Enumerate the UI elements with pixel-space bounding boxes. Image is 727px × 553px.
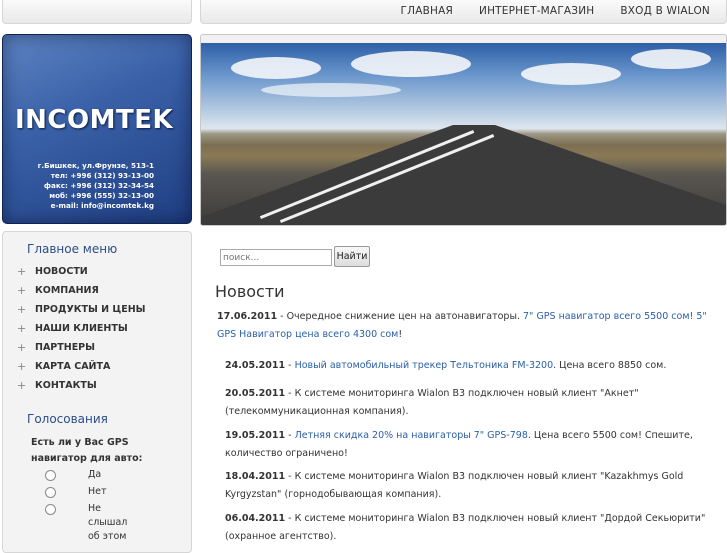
poll-question: Есть ли у Вас GPS навигатор для авто: — [31, 437, 143, 464]
news-text: - К системе мониторинга Wialon B3 подклю… — [225, 513, 706, 542]
header-banner — [200, 34, 727, 226]
news-date: 17.06.2011 — [217, 311, 278, 322]
news-text: - — [285, 430, 295, 441]
plus-icon: + — [17, 341, 27, 354]
poll-option-no[interactable]: Нет — [45, 485, 128, 499]
poll-option-label: Да — [88, 469, 102, 480]
radio-button[interactable] — [45, 470, 56, 481]
logo-contacts: г.Бишкек, ул.Фрунзе, 513-1 тел: +996 (31… — [38, 161, 154, 211]
topbar-left — [2, 0, 192, 24]
news-link[interactable]: Летняя скидка 20% на навигаторы 7" GPS-7… — [295, 430, 528, 441]
menu-item-news[interactable]: + НОВОСТИ — [17, 262, 146, 281]
menu-item-contacts[interactable]: + КОНТАКТЫ — [17, 376, 146, 395]
nav-home[interactable]: ГЛАВНАЯ — [401, 5, 453, 17]
topbar: ГЛАВНАЯ ИНТЕРНЕТ-МАГАЗИН ВХОД В WIALON — [200, 0, 727, 24]
radio-button[interactable] — [45, 487, 56, 498]
logo-phone: тел: +996 (312) 93-13-00 — [50, 171, 154, 180]
news-text: - — [285, 360, 295, 371]
nav-shop[interactable]: ИНТЕРНЕТ-МАГАЗИН — [479, 5, 594, 17]
logo-address: г.Бишкек, ул.Фрунзе, 513-1 — [37, 161, 154, 170]
news-item: 20.05.2011 - К системе мониторинга Wialo… — [225, 385, 707, 421]
news-date: 19.05.2011 — [225, 430, 286, 441]
news-date: 24.05.2011 — [225, 360, 286, 371]
menu-item-clients[interactable]: + НАШИ КЛИЕНТЫ — [17, 319, 146, 338]
news-text: - К системе мониторинга Wialon B3 подклю… — [225, 471, 684, 500]
poll-title: Голосования — [27, 412, 108, 426]
plus-icon: + — [17, 303, 27, 316]
menu-item-label: НАШИ КЛИЕНТЫ — [35, 323, 128, 334]
search-input[interactable] — [220, 249, 332, 266]
plus-icon: + — [17, 265, 27, 278]
news-date: 06.04.2011 — [225, 513, 286, 524]
news-date: 18.04.2011 — [225, 471, 286, 482]
news-item: 18.04.2011 - К системе мониторинга Wialo… — [225, 468, 707, 504]
nav-wialon-login[interactable]: ВХОД В WIALON — [620, 5, 710, 17]
news-item: 24.05.2011 - Новый автомобильный трекер … — [225, 357, 707, 375]
logo-fax: факс: +996 (312) 32-34-54 — [43, 181, 154, 190]
menu-item-label: ПРОДУКТЫ И ЦЕНЫ — [35, 304, 146, 315]
menu-item-products[interactable]: + ПРОДУКТЫ И ЦЕНЫ — [17, 300, 146, 319]
radio-button[interactable] — [45, 504, 56, 515]
news-date: 20.05.2011 — [225, 388, 286, 399]
news-item: 06.04.2011 - К системе мониторинга Wialo… — [225, 510, 707, 546]
logo-email: e-mail: info@incomtek.kg — [50, 201, 154, 210]
main-menu: + НОВОСТИ + КОМПАНИЯ + ПРОДУКТЫ И ЦЕНЫ + НАШ… — [17, 262, 146, 395]
plus-icon: + — [17, 284, 27, 297]
search-button[interactable]: Найти — [334, 246, 370, 267]
sidebar: Главное меню + НОВОСТИ + КОМПАНИЯ + ПРОДУКТ… — [2, 231, 192, 553]
logo-mobile: моб: +996 (555) 32-13-00 — [49, 191, 154, 200]
menu-item-sitemap[interactable]: + КАРТА САЙТА — [17, 357, 146, 376]
plus-icon: + — [17, 379, 27, 392]
news-link[interactable]: Новый автомобильный трекер Тельтоника FM… — [295, 360, 554, 371]
poll-option-yes[interactable]: Да — [45, 468, 128, 482]
plus-icon: + — [17, 322, 27, 335]
company-logo[interactable]: INCOMTEK г.Бишкек, ул.Фрунзе, 513-1 тел:… — [2, 34, 192, 224]
plus-icon: + — [17, 360, 27, 373]
poll-option-label: Не слышал об этом — [88, 503, 128, 542]
logo-brand: INCOMTEK — [15, 105, 174, 135]
poll-option-never-heard[interactable]: Не слышал об этом — [45, 502, 128, 544]
menu-item-label: ПАРТНЕРЫ — [35, 342, 95, 353]
news-item: 19.05.2011 - Летняя скидка 20% на навига… — [225, 427, 707, 463]
news-text-after: ! — [398, 329, 403, 340]
news-text: - Очередное снижение цен на автонавигато… — [277, 311, 524, 322]
menu-item-company[interactable]: + КОМПАНИЯ — [17, 281, 146, 300]
news-item: 17.06.2011 - Очередное снижение цен на а… — [217, 308, 707, 344]
news-heading: Новости — [215, 282, 285, 301]
top-navigation: ГЛАВНАЯ ИНТЕРНЕТ-МАГАЗИН ВХОД В WIALON — [375, 5, 710, 17]
main-menu-title: Главное меню — [27, 242, 118, 256]
news-text: - К системе мониторинга Wialon B3 подклю… — [225, 388, 639, 417]
menu-item-label: НОВОСТИ — [35, 266, 88, 277]
news-text-after: . Цена всего 8850 сом. — [553, 360, 667, 371]
menu-item-label: КАРТА САЙТА — [35, 361, 111, 372]
menu-item-label: КОНТАКТЫ — [35, 380, 97, 391]
menu-item-label: КОМПАНИЯ — [35, 285, 99, 296]
road-landscape-image — [201, 43, 726, 225]
poll-option-label: Нет — [88, 486, 107, 497]
menu-item-partners[interactable]: + ПАРТНЕРЫ — [17, 338, 146, 357]
